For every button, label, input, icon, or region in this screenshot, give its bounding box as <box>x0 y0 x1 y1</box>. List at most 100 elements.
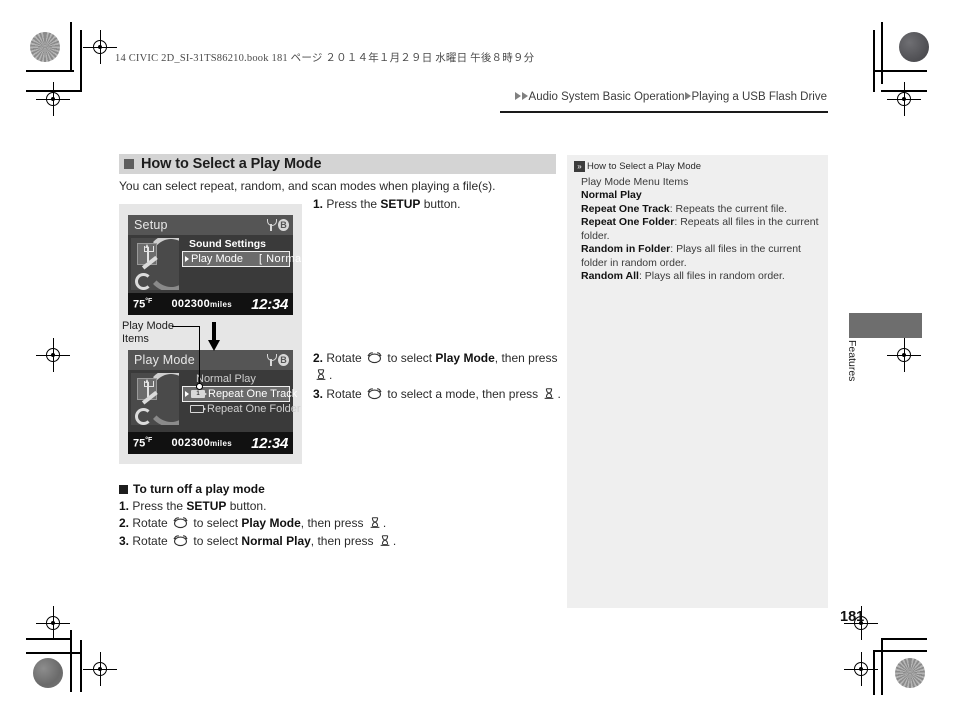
odometer-readout: 002300miles <box>171 298 232 310</box>
subsection-step-2: 2. Rotate to select Play Mode, then pres… <box>119 515 519 532</box>
step-3-number: 3. <box>313 387 324 401</box>
list-item: Random All: Plays all files in random or… <box>581 270 820 284</box>
menu-item-play-mode-value: [ Normal ] <box>258 253 312 265</box>
step-1-number: 1. <box>313 197 324 211</box>
subsection-step-2-text-e: . <box>382 516 387 530</box>
list-item-desc: : Repeats the current file. <box>669 202 788 215</box>
step-1: 1. Press the SETUP button. <box>313 196 563 213</box>
list-item-term: Repeat One Track <box>581 202 670 215</box>
crop-mark <box>881 22 883 84</box>
subsection-step-3-text-b: to select <box>190 534 242 548</box>
subsection-step-1: 1. Press the SETUP button. <box>119 498 519 515</box>
microphone-icon <box>267 219 277 231</box>
usb-wrench-gauge-graphic <box>131 373 179 425</box>
step-2-number: 2. <box>313 351 324 365</box>
list-item-term: Repeat One Folder <box>581 216 675 228</box>
menu-heading-sound-settings: Sound Settings <box>189 238 266 250</box>
microphone-icon <box>267 354 277 366</box>
flow-arrow-down-icon <box>208 322 220 352</box>
step-2-text-d: , then press <box>494 351 558 365</box>
status-icons: B <box>267 219 289 231</box>
menu-item-normal-play-label: Normal Play <box>196 373 256 385</box>
menu-item-repeat-one-folder-label: Repeat One Folder <box>207 403 301 415</box>
status-icons: B <box>267 354 289 366</box>
callout-anchor-dot <box>196 383 203 390</box>
press-knob-icon <box>380 535 390 546</box>
subsection-step-3-text-e: . <box>392 534 397 548</box>
crop-mark <box>26 70 74 72</box>
clock-readout: 12:34 <box>251 434 288 452</box>
step-1-setup-keyword: SETUP <box>380 197 421 211</box>
callout-leader-vertical <box>199 326 201 386</box>
clock-readout: 12:34 <box>251 295 288 313</box>
subsection-step-2-number: 2. <box>119 516 130 530</box>
wrench-icon <box>135 399 161 425</box>
crop-mark <box>873 30 875 92</box>
step-2: 2. Rotate to select Play Mode, then pres… <box>313 350 563 384</box>
temperature-readout: 75°F <box>133 297 153 311</box>
chevron-right-icon <box>521 92 528 100</box>
list-item: Repeat One Track: Repeats the current fi… <box>581 203 820 217</box>
color-registration-dot-top-right <box>899 32 929 62</box>
list-item: Repeat One Folder: Repeats all files in … <box>581 216 820 243</box>
menu-item-play-mode-label: Play Mode <box>191 253 243 265</box>
rotate-knob-icon <box>367 352 382 364</box>
menu-item-repeat-one-track-label: Repeat One Track <box>208 388 298 400</box>
list-item: Normal Play <box>581 189 820 203</box>
nav-screen-play-mode-body: Normal Play 1 Repeat One Track Repeat On… <box>128 370 301 432</box>
selection-caret-icon <box>185 256 189 262</box>
header-divider <box>500 111 828 113</box>
subsection-step-3-text-d: , then press <box>310 534 377 548</box>
subsection-step-1-setup-keyword: SETUP <box>186 499 227 513</box>
section-heading: How to Select a Play Mode <box>119 154 556 174</box>
list-item: Random in Folder: Plays all files in the… <box>581 243 820 270</box>
menu-item-repeat-one-folder[interactable]: Repeat One Folder <box>182 402 301 416</box>
page-number: 181 <box>840 609 865 625</box>
nav-screen-setup-body: Sound Settings Play Mode [ Normal ] <box>128 235 311 293</box>
crop-mark <box>873 650 927 652</box>
bluetooth-icon: B <box>278 219 289 231</box>
breadcrumb-item-usb-flash-drive[interactable]: Playing a USB Flash Drive <box>692 91 828 103</box>
subsection-step-3-number: 3. <box>119 534 130 548</box>
temperature-readout: 75°F <box>133 436 153 450</box>
subsection-step-1-number: 1. <box>119 499 130 513</box>
registration-target <box>36 606 70 640</box>
registration-target <box>887 338 921 372</box>
nav-screen-play-mode-title: Play Mode <box>134 353 195 367</box>
crop-mark <box>873 650 875 695</box>
menu-item-play-mode[interactable]: Play Mode [ Normal ] <box>182 251 311 267</box>
sidebar-title-row: » How to Select a Play Mode <box>574 161 820 172</box>
step-1-text-a: Press the <box>326 197 381 211</box>
sidebar-subtitle: Play Mode Menu Items <box>581 176 689 188</box>
step-2-play-mode-keyword: Play Mode <box>435 351 495 365</box>
press-knob-icon <box>316 369 326 380</box>
step-3-text-a: Rotate <box>326 387 366 401</box>
press-knob-icon <box>545 388 554 399</box>
callout-leader-horizontal <box>172 326 200 328</box>
crop-mark <box>26 652 82 654</box>
subsection-step-2-text-a: Rotate <box>132 516 172 530</box>
nav-screen-setup: Setup B Sound Settings Play Mode [Norma… <box>128 215 311 315</box>
step-1-text-c: button. <box>420 197 461 211</box>
nav-screen-setup-rows: Sound Settings Play Mode [ Normal ] <box>182 237 311 267</box>
subsection-step-2-play-mode-keyword: Play Mode <box>241 516 301 530</box>
sidebar-title: How to Select a Play Mode <box>587 161 702 172</box>
registration-target <box>36 338 70 372</box>
crop-mark <box>873 70 927 72</box>
step-3-text-b: to select a mode, then press <box>384 387 542 401</box>
step-3: 3. Rotate to select a mode, then press . <box>313 386 563 403</box>
registration-target <box>844 652 878 686</box>
step-2-text-e: . <box>329 368 333 382</box>
callout-line-2: Items <box>122 333 149 345</box>
bullet-square-icon <box>124 159 134 169</box>
registration-target <box>36 82 70 116</box>
press-knob-icon <box>370 517 380 528</box>
usb-wrench-gauge-graphic <box>131 238 179 290</box>
color-registration-dot-top-left <box>30 32 60 62</box>
sidebar-note-panel: » How to Select a Play Mode Play Mode Me… <box>567 155 828 608</box>
breadcrumb-item-audio-system[interactable]: Audio System Basic Operation <box>529 91 685 103</box>
nav-screen-setup-statusbar: 75°F 002300miles 12:34 <box>128 293 293 315</box>
crop-mark <box>70 22 72 72</box>
crop-mark <box>881 640 883 695</box>
repeat-one-folder-icon <box>190 405 206 413</box>
